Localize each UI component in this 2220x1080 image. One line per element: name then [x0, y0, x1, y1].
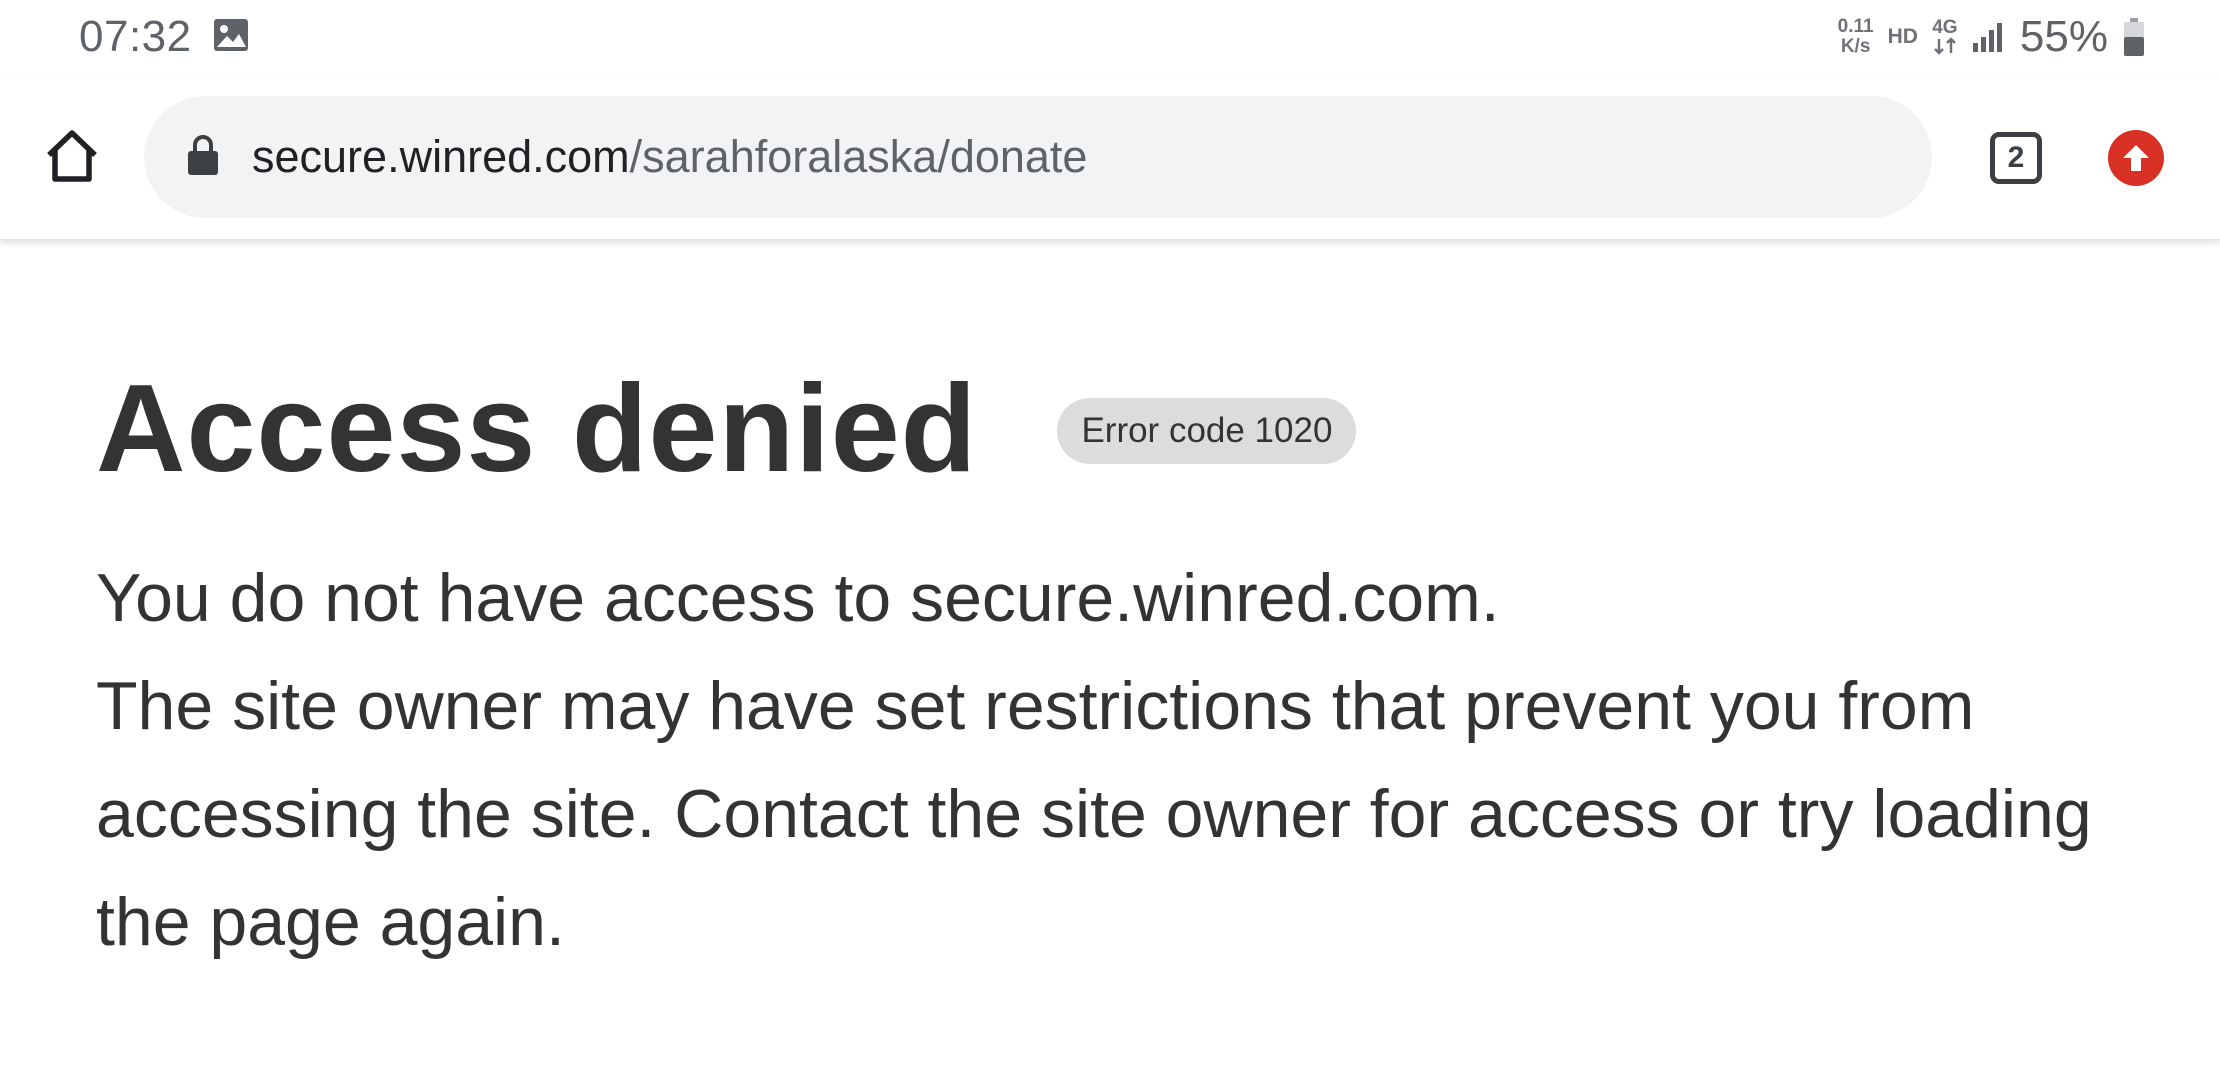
- tab-switcher-button[interactable]: 2: [1990, 132, 2042, 184]
- url-domain: secure.winred.com: [252, 131, 630, 182]
- url-path: /sarahforalaska/donate: [629, 131, 1088, 182]
- signal-strength-icon: [1972, 23, 2002, 52]
- lock-icon[interactable]: [186, 134, 220, 176]
- gallery-notification-icon: [214, 19, 248, 51]
- address-bar[interactable]: secure.winred.com/sarahforalaska/donate: [144, 96, 1932, 218]
- hd-voice-indicator: HD: [1887, 25, 1918, 48]
- battery-percentage: 55%: [2019, 12, 2108, 61]
- battery-icon: [2124, 18, 2144, 56]
- error-message-line-1: You do not have access to secure.winred.…: [96, 560, 1500, 636]
- browser-toolbar: secure.winred.com/sarahforalaska/donate …: [0, 74, 2220, 240]
- network-speed: 0.11 K/s: [1838, 17, 1874, 57]
- upload-arrow-icon: [2123, 145, 2149, 171]
- status-time: 07:32: [79, 12, 192, 61]
- home-icon: [47, 130, 97, 182]
- network-speed-value: 0.11: [1837, 16, 1874, 37]
- url-text[interactable]: secure.winred.com/sarahforalaska/donate: [252, 130, 1087, 184]
- update-chrome-button[interactable]: [2108, 130, 2164, 186]
- network-speed-unit: K/s: [1840, 36, 1871, 57]
- page-title: Access denied: [96, 360, 978, 498]
- error-code-badge: Error code 1020: [1057, 398, 1357, 464]
- status-indicators: 0.11 K/s HD 4G 55%: [1838, 10, 2146, 64]
- error-message-line-2: The site owner may have set restrictions…: [96, 668, 2092, 960]
- headline-row: Access denied Error code 1020: [96, 360, 1357, 498]
- network-type-indicator: 4G: [1932, 17, 1958, 55]
- data-arrows-icon: [1934, 37, 1956, 55]
- home-button[interactable]: [40, 124, 104, 188]
- network-type-label: 4G: [1932, 17, 1958, 38]
- error-message: You do not have access to secure.winred.…: [96, 544, 2146, 976]
- status-bar: 07:32 0.11 K/s HD 4G 55%: [0, 0, 2220, 74]
